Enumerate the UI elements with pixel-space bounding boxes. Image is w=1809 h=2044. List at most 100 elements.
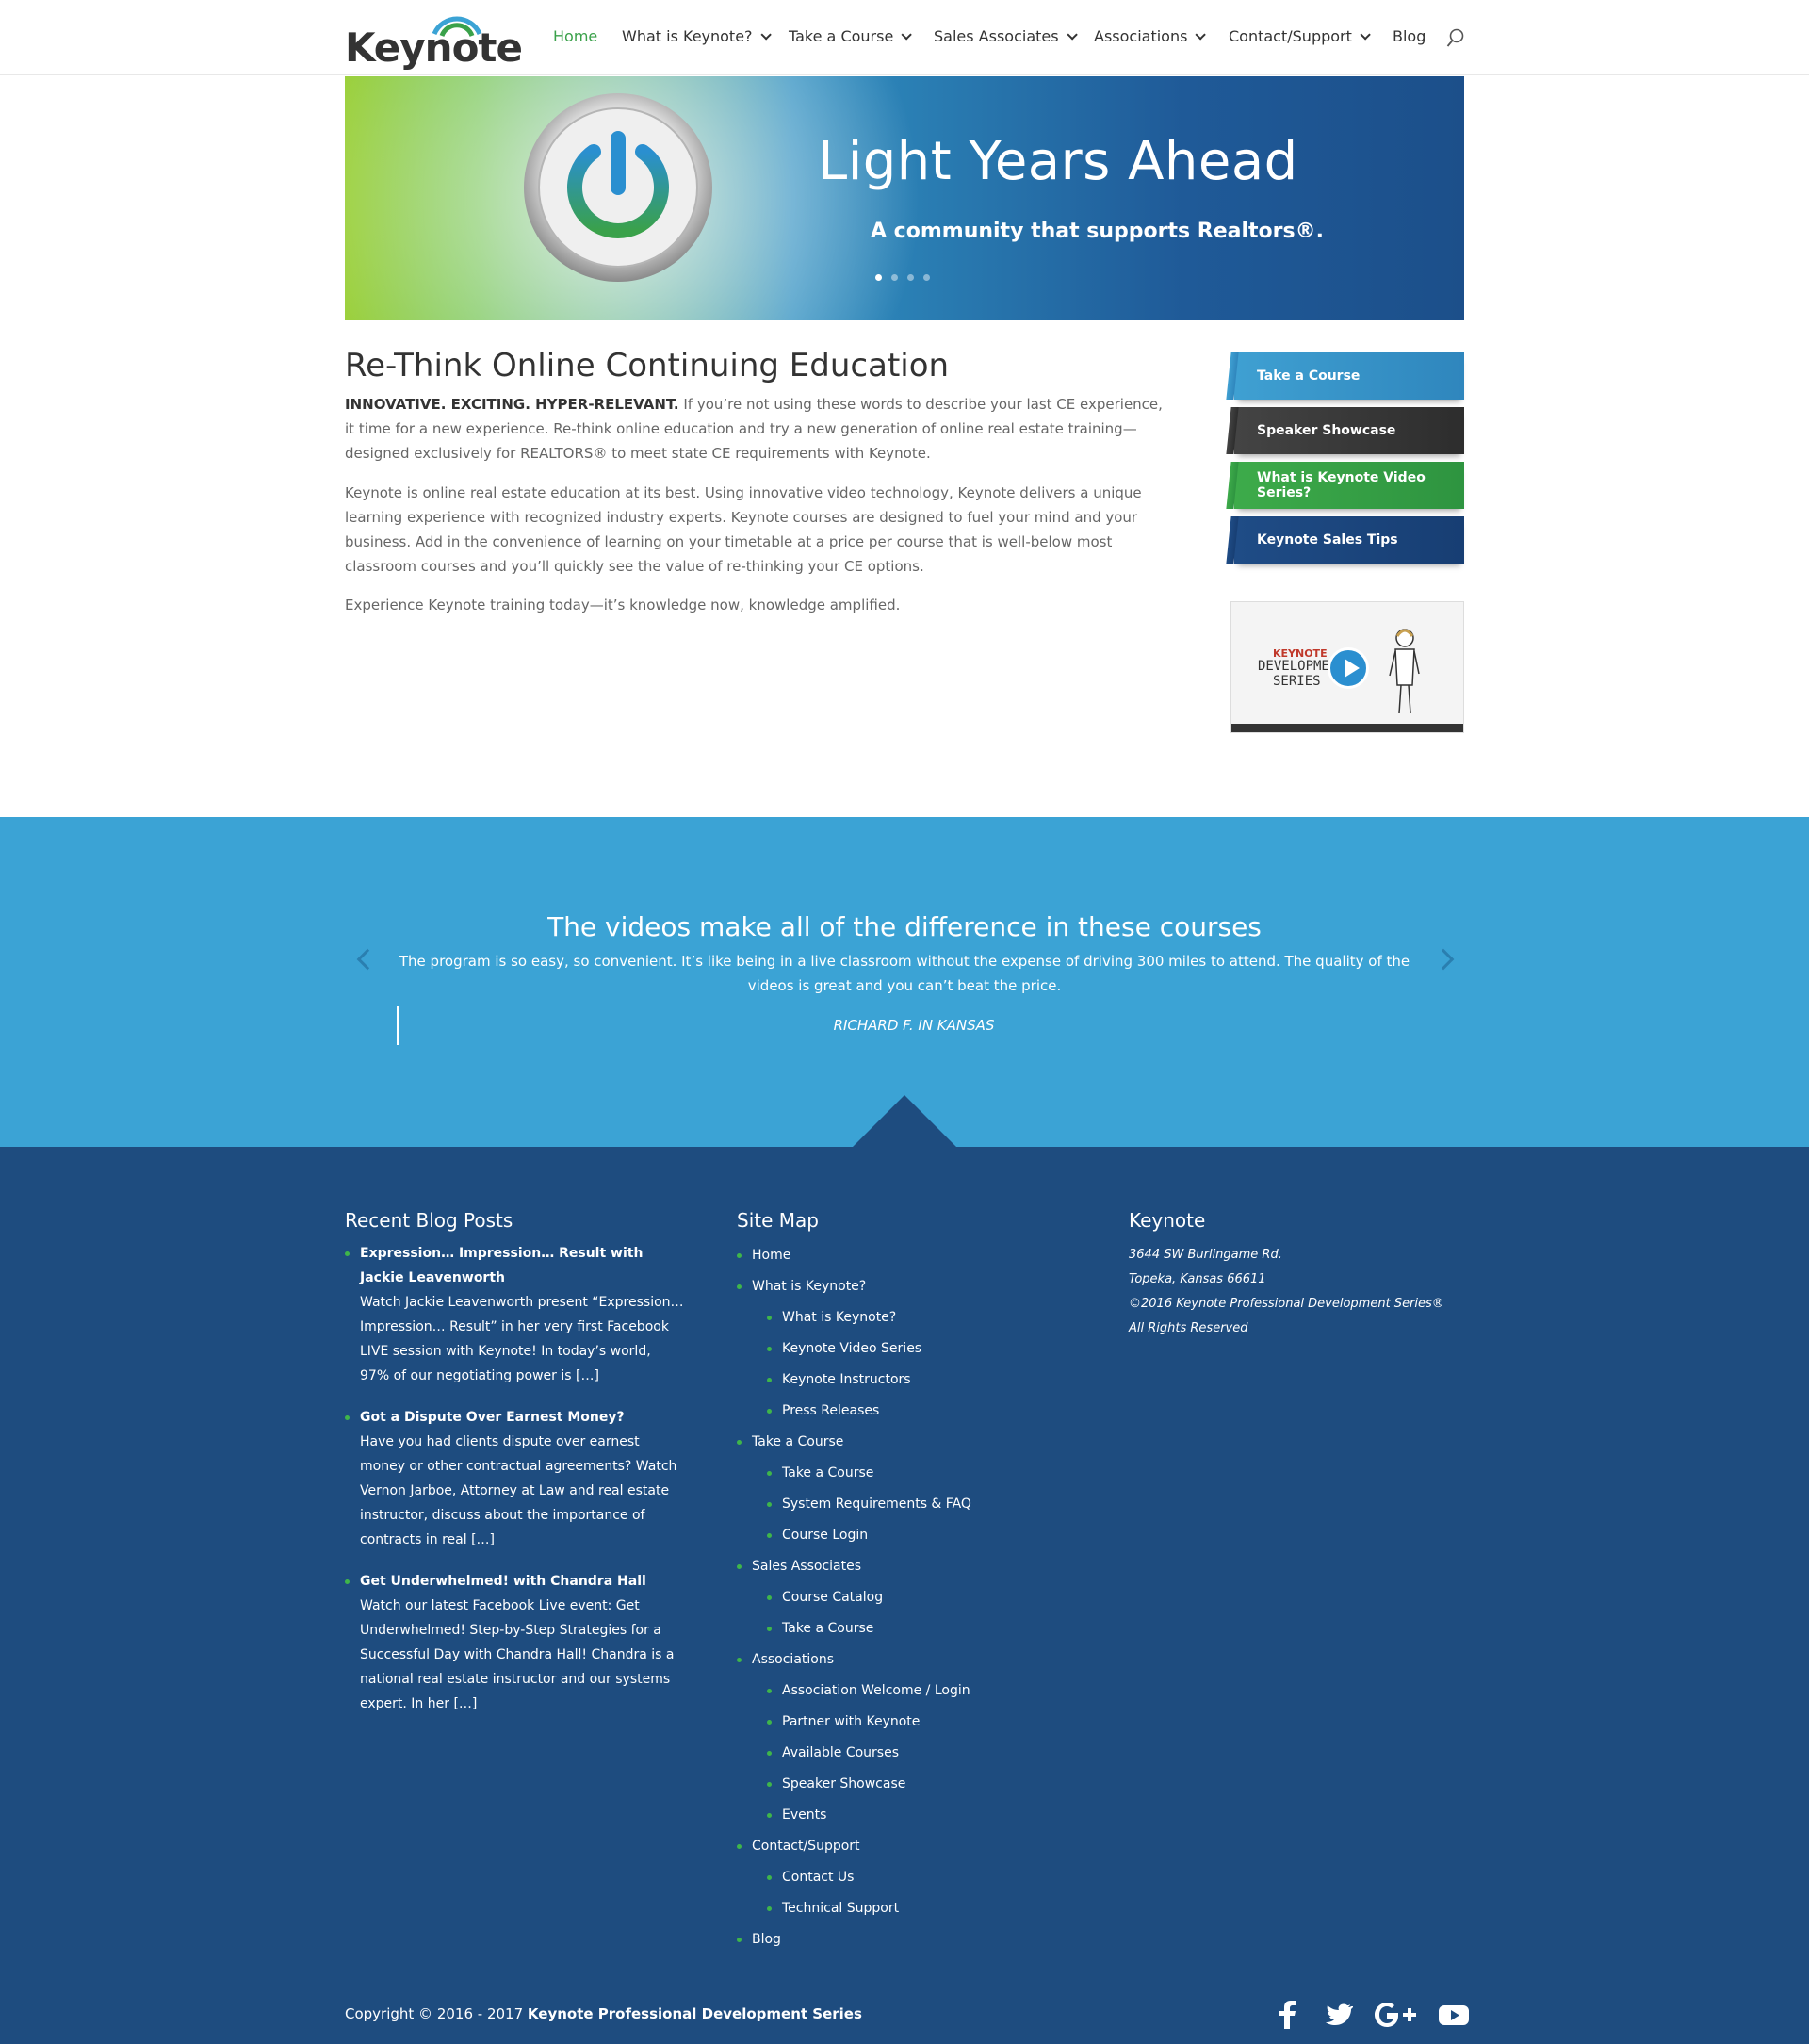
sitemap-sublink[interactable]: Speaker Showcase xyxy=(767,1772,1076,1796)
footer-copyright: Copyright © 2016 - 2017 Keynote Professi… xyxy=(345,2005,862,2022)
sitemap-link[interactable]: Contact/Support xyxy=(737,1834,1076,1858)
copyright-prefix: Copyright © 2016 - 2017 xyxy=(345,2005,528,2022)
blog-post-title-link[interactable]: Got a Dispute Over Earnest Money? xyxy=(360,1405,684,1430)
body-paragraph: Keynote is online real estate education … xyxy=(345,484,1142,575)
closing-paragraph: Experience Keynote training today—it’s k… xyxy=(345,597,901,613)
hero-title: Light Years Ahead xyxy=(818,131,1298,192)
sitemap-sublink[interactable]: Events xyxy=(767,1803,1076,1827)
chevron-down-icon xyxy=(1067,28,1078,41)
nav-home-label: Home xyxy=(553,27,598,45)
chevron-down-icon xyxy=(1195,28,1207,41)
logo-wordmark: Keynote xyxy=(345,25,523,71)
slider-dot-1[interactable] xyxy=(875,274,882,281)
presenter-illustration xyxy=(1389,629,1420,714)
facebook-icon[interactable] xyxy=(1272,1999,1304,2031)
sitemap-link[interactable]: Take a Course xyxy=(737,1430,1076,1454)
sitemap-sublink[interactable]: Press Releases xyxy=(767,1398,1076,1423)
slider-pagination xyxy=(875,274,930,281)
nav-take-a-course[interactable]: Take a Course xyxy=(789,27,913,45)
blog-post-excerpt: Have you had clients dispute over earnes… xyxy=(360,1434,677,1547)
sitemap-sublink[interactable]: Take a Course xyxy=(767,1616,1076,1641)
sitemap-link[interactable]: Home xyxy=(737,1243,1076,1267)
testimonial-author: RICHARD F. IN KANSAS xyxy=(833,1017,995,1034)
take-a-course-label: Take a Course xyxy=(1257,368,1361,384)
slider-dot-2[interactable] xyxy=(891,274,898,281)
sitemap-heading: Site Map xyxy=(737,1209,819,1232)
search-icon[interactable] xyxy=(1446,28,1465,49)
recent-posts-list: Expression… Impression… Result with Jack… xyxy=(345,1241,684,1733)
address-city: Topeka, Kansas 66611 xyxy=(1129,1272,1266,1286)
chevron-down-icon xyxy=(1360,28,1371,41)
section-notch xyxy=(853,1095,956,1147)
nav-associations[interactable]: Associations xyxy=(1094,27,1207,45)
sitemap-link[interactable]: Sales Associates xyxy=(737,1554,1076,1578)
blog-post-title-link[interactable]: Expression… Impression… Result with Jack… xyxy=(360,1241,684,1290)
nav-contact-support[interactable]: Contact/Support xyxy=(1229,27,1371,45)
speaker-showcase-button[interactable]: Speaker Showcase xyxy=(1234,407,1464,454)
video-series-label: What is Keynote Video Series? xyxy=(1257,470,1426,500)
sitemap-sublink[interactable]: Course Login xyxy=(767,1523,1076,1547)
testimonial-section: The videos make all of the difference in… xyxy=(0,817,1809,1147)
keynote-logo[interactable]: Keynote xyxy=(345,6,523,72)
blog-post-title-link[interactable]: Get Underwhelmed! with Chandra Hall xyxy=(360,1569,684,1594)
google-plus-icon[interactable] xyxy=(1374,1999,1417,2031)
address-street: 3644 SW Burlingame Rd. xyxy=(1129,1248,1282,1262)
site-footer: Recent Blog Posts Expression… Impression… xyxy=(0,1147,1809,2044)
sitemap-link[interactable]: Associations xyxy=(737,1647,1076,1672)
sitemap-sublink[interactable]: System Requirements & FAQ xyxy=(767,1492,1076,1516)
copyright-line: ©2016 Keynote Professional Development S… xyxy=(1129,1297,1444,1311)
play-icon[interactable] xyxy=(1328,647,1369,689)
sitemap-sublink[interactable]: Available Courses xyxy=(767,1741,1076,1765)
sitemap-sublink[interactable]: What is Keynote? xyxy=(767,1305,1076,1330)
sitemap-link[interactable]: What is Keynote? xyxy=(737,1274,1076,1299)
prev-arrow-icon[interactable] xyxy=(356,948,379,971)
video-logo-series: SERIES xyxy=(1273,674,1321,689)
testimonial-title: The videos make all of the difference in… xyxy=(547,911,1262,942)
rights-line: All Rights Reserved xyxy=(1129,1321,1248,1335)
sitemap-sublink[interactable]: Take a Course xyxy=(767,1461,1076,1485)
page-title: Re-Think Online Continuing Education xyxy=(345,347,950,384)
sitemap-link[interactable]: Blog xyxy=(737,1927,1076,1952)
sitemap-sublink[interactable]: Partner with Keynote xyxy=(767,1709,1076,1734)
nav-home[interactable]: Home xyxy=(553,27,597,45)
nav-sales-associates[interactable]: Sales Associates xyxy=(934,27,1078,45)
youtube-icon[interactable] xyxy=(1438,1999,1470,2031)
sitemap-sublink[interactable]: Association Welcome / Login xyxy=(767,1678,1076,1703)
company-heading: Keynote xyxy=(1129,1209,1206,1232)
take-a-course-button[interactable]: Take a Course xyxy=(1234,352,1464,400)
company-address: 3644 SW Burlingame Rd. Topeka, Kansas 66… xyxy=(1129,1243,1444,1341)
slider-dot-4[interactable] xyxy=(923,274,930,281)
nav-blog-label: Blog xyxy=(1393,27,1426,45)
sitemap-sublink[interactable]: Technical Support xyxy=(767,1896,1076,1921)
hero-slider: Light Years Ahead A community that suppo… xyxy=(345,76,1464,320)
video-player[interactable]: KEYNOTE DEVELOPME SERIES xyxy=(1230,601,1464,733)
sitemap-sublink[interactable]: Contact Us xyxy=(767,1865,1076,1889)
blog-post: Get Underwhelmed! with Chandra Hall Watc… xyxy=(345,1569,684,1716)
slider-dot-3[interactable] xyxy=(907,274,914,281)
blog-post: Expression… Impression… Result with Jack… xyxy=(345,1241,684,1388)
nav-take-a-course-label: Take a Course xyxy=(789,27,894,45)
chevron-down-icon xyxy=(901,28,913,41)
nav-what-is-keynote[interactable]: What is Keynote? xyxy=(622,27,772,45)
chevron-down-icon xyxy=(760,28,772,41)
intro-bold: INNOVATIVE. EXCITING. HYPER-RELEVANT. xyxy=(345,396,679,413)
power-button-icon xyxy=(524,93,712,282)
sitemap-sublink[interactable]: Keynote Instructors xyxy=(767,1367,1076,1392)
video-controls-bar[interactable] xyxy=(1231,724,1463,732)
sitemap-sublink[interactable]: Course Catalog xyxy=(767,1585,1076,1610)
sales-tips-button[interactable]: Keynote Sales Tips xyxy=(1234,516,1464,564)
video-series-button[interactable]: What is Keynote Video Series? xyxy=(1234,462,1464,509)
testimonial-quote: The program is so easy, so convenient. I… xyxy=(399,953,1410,994)
speaker-showcase-label: Speaker Showcase xyxy=(1257,423,1396,438)
recent-posts-heading: Recent Blog Posts xyxy=(345,1209,513,1232)
site-header: Keynote Home What is Keynote? Take a Cou… xyxy=(0,0,1809,75)
nav-sales-associates-label: Sales Associates xyxy=(934,27,1059,45)
sitemap-list: Home What is Keynote? What is Keynote? K… xyxy=(737,1243,1076,1958)
nav-associations-label: Associations xyxy=(1094,27,1188,45)
sitemap-sublink[interactable]: Keynote Video Series xyxy=(767,1336,1076,1361)
nav-blog[interactable]: Blog xyxy=(1393,27,1426,45)
next-arrow-icon[interactable] xyxy=(1432,948,1455,971)
intro-paragraph: INNOVATIVE. EXCITING. HYPER-RELEVANT. If… xyxy=(345,392,1165,466)
twitter-icon[interactable] xyxy=(1321,1999,1353,2031)
hero-subtitle: A community that supports Realtors®. xyxy=(871,220,1324,243)
